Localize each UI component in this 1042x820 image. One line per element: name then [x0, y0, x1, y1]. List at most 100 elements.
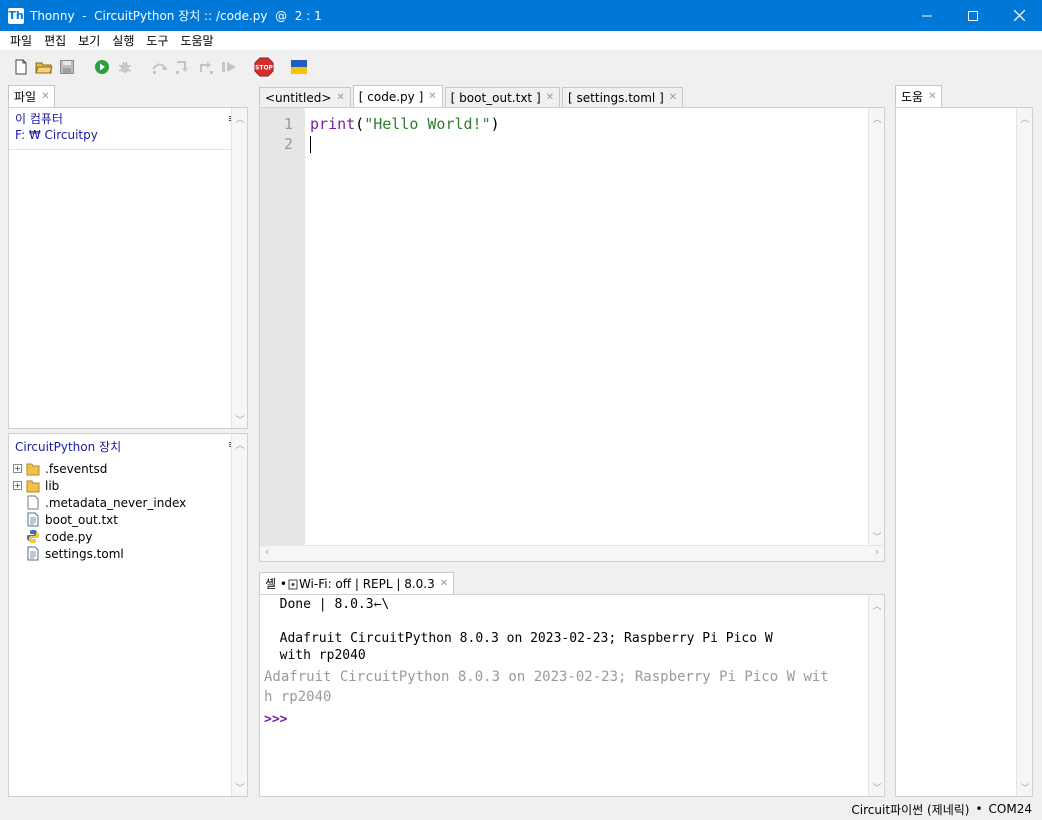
- editor-tabstrip: <untitled> ✕ [ code.py ] ✕ [ boot_out.txt …: [259, 85, 685, 107]
- scroll-up-icon[interactable]: ︿: [232, 438, 248, 451]
- expand-icon[interactable]: +: [13, 481, 22, 490]
- step-over-button[interactable]: [149, 56, 171, 78]
- editor-vscrollbar[interactable]: ︿ ﹀: [868, 108, 884, 545]
- stop-icon: STOP: [254, 57, 274, 77]
- resume-button[interactable]: [218, 56, 240, 78]
- close-icon[interactable]: ✕: [428, 91, 436, 102]
- shell-line: with rp2040: [264, 648, 366, 663]
- menu-tools[interactable]: 도구: [140, 32, 174, 49]
- tab-shell[interactable]: 셸 • Wi-Fi: off | REPL | 8.0.3 ✕: [259, 572, 455, 594]
- save-icon: [60, 60, 74, 74]
- tab-settings-toml[interactable]: [ settings.toml ] ✕: [562, 87, 684, 107]
- shell-output: Done | 8.0.3←\ Adafruit CircuitPython 8.…: [264, 596, 868, 728]
- debug-button[interactable]: [114, 56, 136, 78]
- maximize-button[interactable]: [950, 0, 996, 31]
- minimize-button[interactable]: [904, 0, 950, 31]
- run-button[interactable]: [91, 56, 113, 78]
- shell-prompt[interactable]: >>>: [264, 711, 868, 728]
- file-name: .fseventsd: [45, 461, 108, 476]
- tree-item-metadata[interactable]: .metadata_never_index: [9, 494, 231, 511]
- status-separator: •: [975, 802, 983, 816]
- tree-item-settings-toml[interactable]: settings.toml: [9, 545, 231, 562]
- menu-edit[interactable]: 편집: [38, 32, 72, 49]
- device-files-panel: CircuitPython 장치 ≡ + .fseventsd + lib .m…: [8, 433, 248, 797]
- tree-item-code-py[interactable]: code.py: [9, 528, 231, 545]
- tab-code-py[interactable]: [ code.py ] ✕: [352, 85, 443, 107]
- step-into-button[interactable]: [172, 56, 194, 78]
- scroll-up-icon[interactable]: ︿: [232, 112, 248, 125]
- close-icon[interactable]: ✕: [669, 92, 677, 103]
- status-bar: Circuit파이썬 (제네릭) • COM24: [0, 798, 1042, 820]
- scroll-up-icon[interactable]: ︿: [1017, 112, 1033, 125]
- device-files-scrollbar[interactable]: ︿ ﹀: [231, 434, 247, 796]
- editor-hscrollbar[interactable]: ‹ ›: [260, 545, 884, 561]
- close-icon[interactable]: ✕: [546, 92, 554, 103]
- device-files-header: CircuitPython 장치: [15, 440, 122, 454]
- menu-help[interactable]: 도움말: [174, 32, 219, 49]
- help-tabstrip: 도움 ✕: [895, 85, 944, 107]
- port-selector[interactable]: COM24: [989, 802, 1032, 816]
- code-editor[interactable]: 1 2 print("Hello World!") ︿ ﹀ ‹ ›: [259, 107, 885, 562]
- tree-item-boot-out[interactable]: boot_out.txt: [9, 511, 231, 528]
- scroll-down-icon[interactable]: ﹀: [1017, 781, 1033, 794]
- code-string: "Hello World!": [364, 115, 491, 133]
- shell-panel[interactable]: Done | 8.0.3←\ Adafruit CircuitPython 8.…: [259, 594, 885, 797]
- ukraine-flag-icon: [291, 60, 307, 74]
- menu-view[interactable]: 보기: [72, 32, 106, 49]
- shell-scrollbar[interactable]: ︿ ﹀: [868, 595, 884, 796]
- ukraine-flag-button[interactable]: [288, 56, 310, 78]
- tab-boot-out[interactable]: [ boot_out.txt ] ✕: [444, 87, 561, 107]
- new-file-button[interactable]: [10, 56, 32, 78]
- scroll-down-icon[interactable]: ﹀: [869, 781, 885, 794]
- scroll-right-icon[interactable]: ›: [874, 547, 880, 558]
- close-button[interactable]: [996, 0, 1042, 31]
- local-files-header: 이 컴퓨터: [15, 112, 63, 126]
- code-paren-close: ): [490, 115, 500, 133]
- thonny-icon: Th: [8, 7, 24, 24]
- help-scrollbar[interactable]: ︿ ﹀: [1016, 108, 1032, 796]
- scroll-up-icon[interactable]: ︿: [869, 599, 885, 612]
- blank-file-icon: [27, 495, 39, 510]
- code-text[interactable]: print("Hello World!"): [310, 114, 500, 154]
- tree-item-fseventsd[interactable]: + .fseventsd: [9, 460, 231, 477]
- save-file-button[interactable]: [56, 56, 78, 78]
- stop-button[interactable]: STOP: [253, 56, 275, 78]
- tab-files[interactable]: 파일 ✕: [8, 85, 56, 107]
- menu-run[interactable]: 실행: [106, 32, 140, 49]
- scroll-down-icon[interactable]: ﹀: [232, 413, 248, 426]
- close-icon[interactable]: ✕: [440, 578, 448, 589]
- title-bar: Th Thonny - CircuitPython 장치 :: /code.py…: [0, 0, 1042, 31]
- interpreter-selector[interactable]: Circuit파이썬 (제네릭): [851, 801, 969, 818]
- expand-icon[interactable]: +: [13, 464, 22, 473]
- tab-label: <untitled>: [265, 90, 332, 105]
- scroll-down-icon[interactable]: ﹀: [869, 530, 885, 543]
- text-cursor: [310, 136, 311, 153]
- tree-item-lib[interactable]: + lib: [9, 477, 231, 494]
- local-files-panel: 이 컴퓨터 F: ₩ Circuitpy ≡ ︿ ﹀: [8, 107, 248, 429]
- tab-help[interactable]: 도움 ✕: [895, 85, 943, 107]
- scroll-left-icon[interactable]: ‹: [264, 547, 270, 558]
- tab-untitled[interactable]: <untitled> ✕: [259, 87, 351, 107]
- close-icon[interactable]: ✕: [41, 91, 49, 102]
- tab-label: [ settings.toml ]: [568, 90, 664, 105]
- file-name: .metadata_never_index: [45, 495, 187, 510]
- line-number: 2: [283, 135, 293, 153]
- close-icon[interactable]: ✕: [928, 91, 936, 102]
- open-file-button[interactable]: [33, 56, 55, 78]
- scroll-up-icon[interactable]: ︿: [869, 112, 885, 125]
- minimize-icon: [922, 15, 932, 16]
- close-icon: [1013, 10, 1025, 21]
- close-icon[interactable]: ✕: [336, 92, 344, 103]
- local-files-scrollbar[interactable]: ︿ ﹀: [231, 108, 247, 428]
- step-out-button[interactable]: [195, 56, 217, 78]
- toolbar: STOP: [0, 52, 1042, 82]
- code-paren-open: (: [355, 115, 365, 133]
- folder-icon: [26, 463, 40, 476]
- tab-label: [ code.py ]: [358, 89, 424, 104]
- menu-file[interactable]: 파일: [4, 32, 38, 49]
- help-panel: ︿ ﹀: [895, 107, 1033, 797]
- scroll-down-icon[interactable]: ﹀: [232, 781, 248, 794]
- local-path[interactable]: F: ₩ Circuitpy: [15, 127, 241, 143]
- step-out-icon: [200, 62, 213, 74]
- open-folder-icon: [35, 62, 53, 74]
